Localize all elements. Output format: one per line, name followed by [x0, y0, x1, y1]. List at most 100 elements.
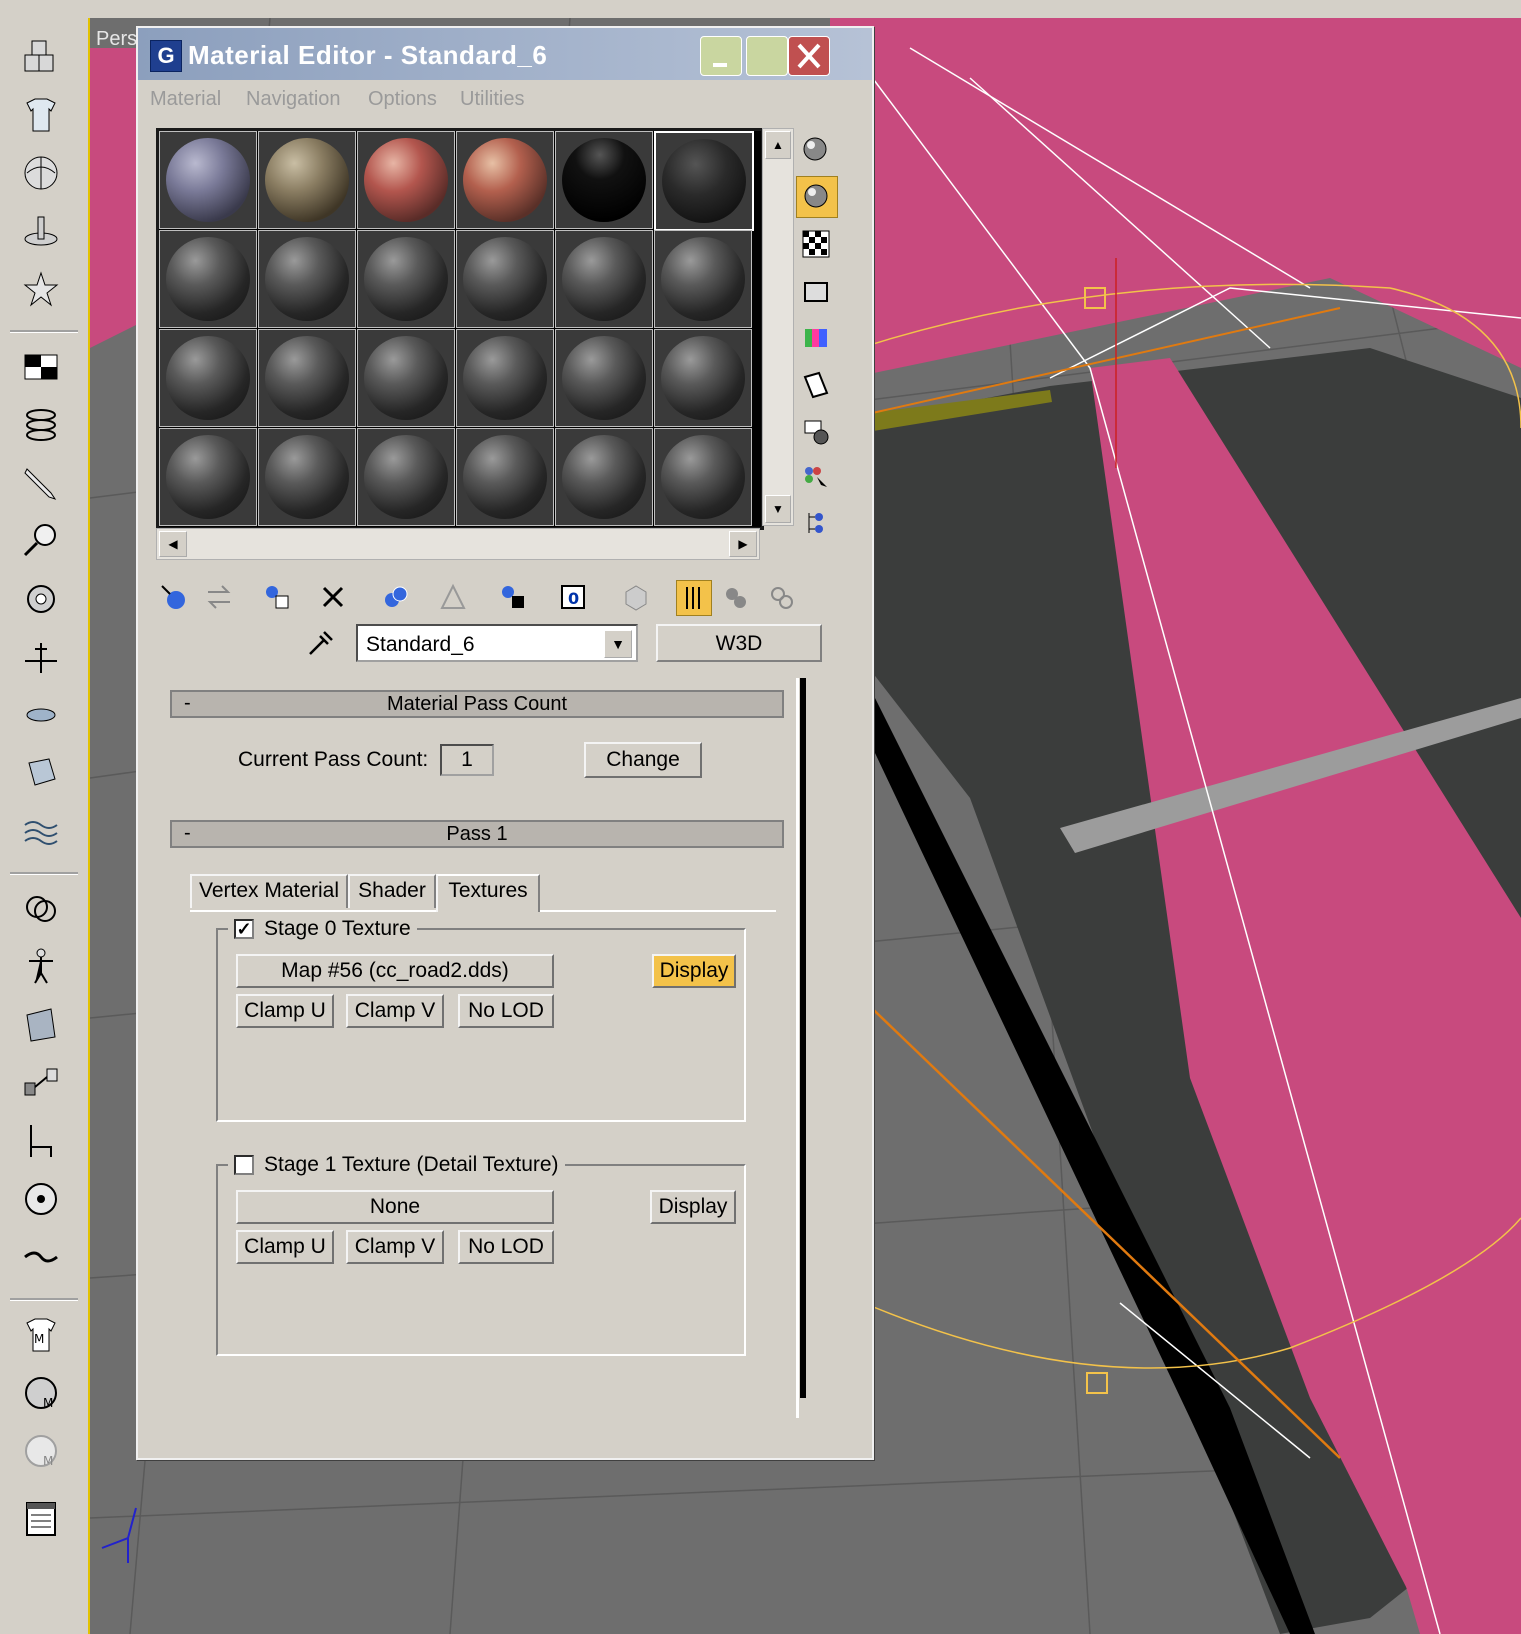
title-bar[interactable]: G Material Editor - Standard_6	[138, 28, 872, 80]
put-material-to-scene-icon[interactable]	[202, 580, 236, 614]
make-preview-icon[interactable]	[796, 364, 836, 404]
scroll-right-arrow-icon[interactable]: ▶	[729, 531, 757, 557]
sample-slot[interactable]	[159, 230, 257, 328]
material-name-dropdown[interactable]: Standard_6 ▼	[356, 624, 638, 662]
sample-uv-icon[interactable]	[796, 272, 836, 312]
spring-tool-icon[interactable]	[16, 400, 66, 450]
scroll-up-arrow-icon[interactable]: ▲	[765, 131, 791, 159]
cube-tool-icon[interactable]	[16, 748, 66, 798]
menu-utilities[interactable]: Utilities	[460, 88, 524, 111]
assign-material-to-selection-icon[interactable]	[260, 580, 294, 614]
show-map-in-viewport-icon[interactable]	[618, 580, 652, 614]
biped-icon[interactable]	[16, 942, 66, 992]
stage-1-clamp-v-button[interactable]: Clamp V	[346, 1230, 444, 1264]
sample-slot[interactable]	[654, 329, 752, 427]
fish-tool-icon[interactable]	[16, 690, 66, 740]
sample-slot[interactable]	[555, 230, 653, 328]
show-end-result-icon[interactable]	[676, 580, 712, 616]
maximize-button[interactable]	[746, 36, 788, 76]
brush-tool-icon[interactable]	[16, 458, 66, 508]
sample-slot[interactable]	[357, 428, 455, 526]
chevron-down-icon[interactable]: ▼	[604, 630, 632, 658]
get-material-icon[interactable]	[156, 580, 190, 614]
go-forward-to-sibling-icon[interactable]	[764, 580, 798, 614]
gear-icon[interactable]	[16, 574, 66, 624]
select-by-material-icon[interactable]	[796, 458, 836, 498]
scroll-left-arrow-icon[interactable]: ◀	[159, 531, 187, 557]
backlight-icon[interactable]	[796, 176, 838, 218]
make-unique-icon[interactable]	[436, 580, 470, 614]
stage-1-map-button[interactable]: None	[236, 1190, 554, 1224]
go-to-parent-icon[interactable]	[718, 580, 752, 614]
rollout-header-pass-count[interactable]: - Material Pass Count	[170, 690, 784, 718]
sample-slot[interactable]	[159, 329, 257, 427]
material-effects-channel-icon[interactable]: 0	[556, 580, 590, 614]
tab-textures[interactable]: Textures	[436, 874, 540, 912]
sample-slot[interactable]	[357, 329, 455, 427]
sample-slot[interactable]	[555, 428, 653, 526]
menu-navigation[interactable]: Navigation	[246, 88, 341, 111]
wave-tool-icon[interactable]	[16, 806, 66, 856]
video-color-check-icon[interactable]	[796, 318, 836, 358]
wheel-tool-icon[interactable]	[16, 1174, 66, 1224]
rope-tool-icon[interactable]	[16, 1232, 66, 1282]
tab-shader[interactable]: Shader	[348, 874, 436, 908]
panel-tool-icon[interactable]	[16, 1000, 66, 1050]
material-spiral-icon[interactable]: M	[16, 1426, 66, 1476]
sphere-tool-icon[interactable]	[16, 148, 66, 198]
stage-0-map-button[interactable]: Map #56 (cc_road2.dds)	[236, 954, 554, 988]
sample-slot[interactable]	[159, 428, 257, 526]
sample-slot[interactable]	[555, 329, 653, 427]
rollout-header-pass-1[interactable]: - Pass 1	[170, 820, 784, 848]
stage-1-no-lod-button[interactable]: No LOD	[458, 1230, 554, 1264]
sample-slot[interactable]	[258, 230, 356, 328]
viewport-label[interactable]: Pers	[96, 28, 137, 51]
material-ball-icon[interactable]: M	[16, 1368, 66, 1418]
sample-type-icon[interactable]	[796, 130, 836, 170]
magnifier-tool-icon[interactable]	[16, 516, 66, 566]
rollout-scrollbar[interactable]	[800, 678, 806, 1398]
stage-0-display-button[interactable]: Display	[652, 954, 736, 988]
pin-tool-icon[interactable]	[16, 632, 66, 682]
material-type-button[interactable]: W3D	[656, 624, 822, 662]
stage-0-no-lod-button[interactable]: No LOD	[458, 994, 554, 1028]
pass-count-field[interactable]: 1	[440, 744, 494, 776]
slots-vertical-scrollbar[interactable]: ▲ ▼	[762, 128, 794, 526]
sample-slot[interactable]	[258, 428, 356, 526]
minimize-button[interactable]	[700, 36, 742, 76]
sample-slot[interactable]	[456, 230, 554, 328]
eyedropper-icon[interactable]	[306, 628, 336, 658]
background-checker-icon[interactable]	[796, 224, 836, 264]
reset-map-icon[interactable]	[316, 580, 350, 614]
menu-material[interactable]: Material	[150, 88, 221, 111]
scroll-down-arrow-icon[interactable]: ▼	[765, 495, 791, 523]
sample-slot[interactable]	[456, 428, 554, 526]
sample-slot[interactable]	[654, 428, 752, 526]
chair-tool-icon[interactable]	[16, 1116, 66, 1166]
properties-window-icon[interactable]	[16, 1494, 66, 1544]
sample-slot[interactable]	[159, 131, 257, 229]
stage-1-display-button[interactable]: Display	[650, 1190, 736, 1224]
tab-vertex-material[interactable]: Vertex Material	[190, 874, 348, 908]
paint-tool-icon[interactable]	[16, 206, 66, 256]
knot-tool-icon[interactable]	[16, 884, 66, 934]
slots-horizontal-scrollbar[interactable]: ◀ ▶	[156, 528, 760, 560]
make-material-copy-icon[interactable]	[378, 580, 412, 614]
stage-0-clamp-u-button[interactable]: Clamp U	[236, 994, 334, 1028]
create-icon[interactable]	[16, 32, 66, 82]
modify-icon[interactable]	[16, 90, 66, 140]
sample-slot[interactable]	[654, 230, 752, 328]
sample-slot[interactable]	[357, 131, 455, 229]
sample-slot[interactable]	[258, 329, 356, 427]
menu-options[interactable]: Options	[368, 88, 437, 111]
stage-1-clamp-u-button[interactable]: Clamp U	[236, 1230, 334, 1264]
sample-slot[interactable]	[456, 329, 554, 427]
stage-1-checkbox[interactable]	[234, 1155, 254, 1175]
stage-0-clamp-v-button[interactable]: Clamp V	[346, 994, 444, 1028]
bone-tool-icon[interactable]	[16, 264, 66, 314]
box-window-icon[interactable]	[16, 342, 66, 392]
put-to-library-icon[interactable]	[496, 580, 530, 614]
sample-slot[interactable]	[357, 230, 455, 328]
sample-slot[interactable]	[555, 131, 653, 229]
material-tshirt-icon[interactable]: M	[16, 1310, 66, 1360]
